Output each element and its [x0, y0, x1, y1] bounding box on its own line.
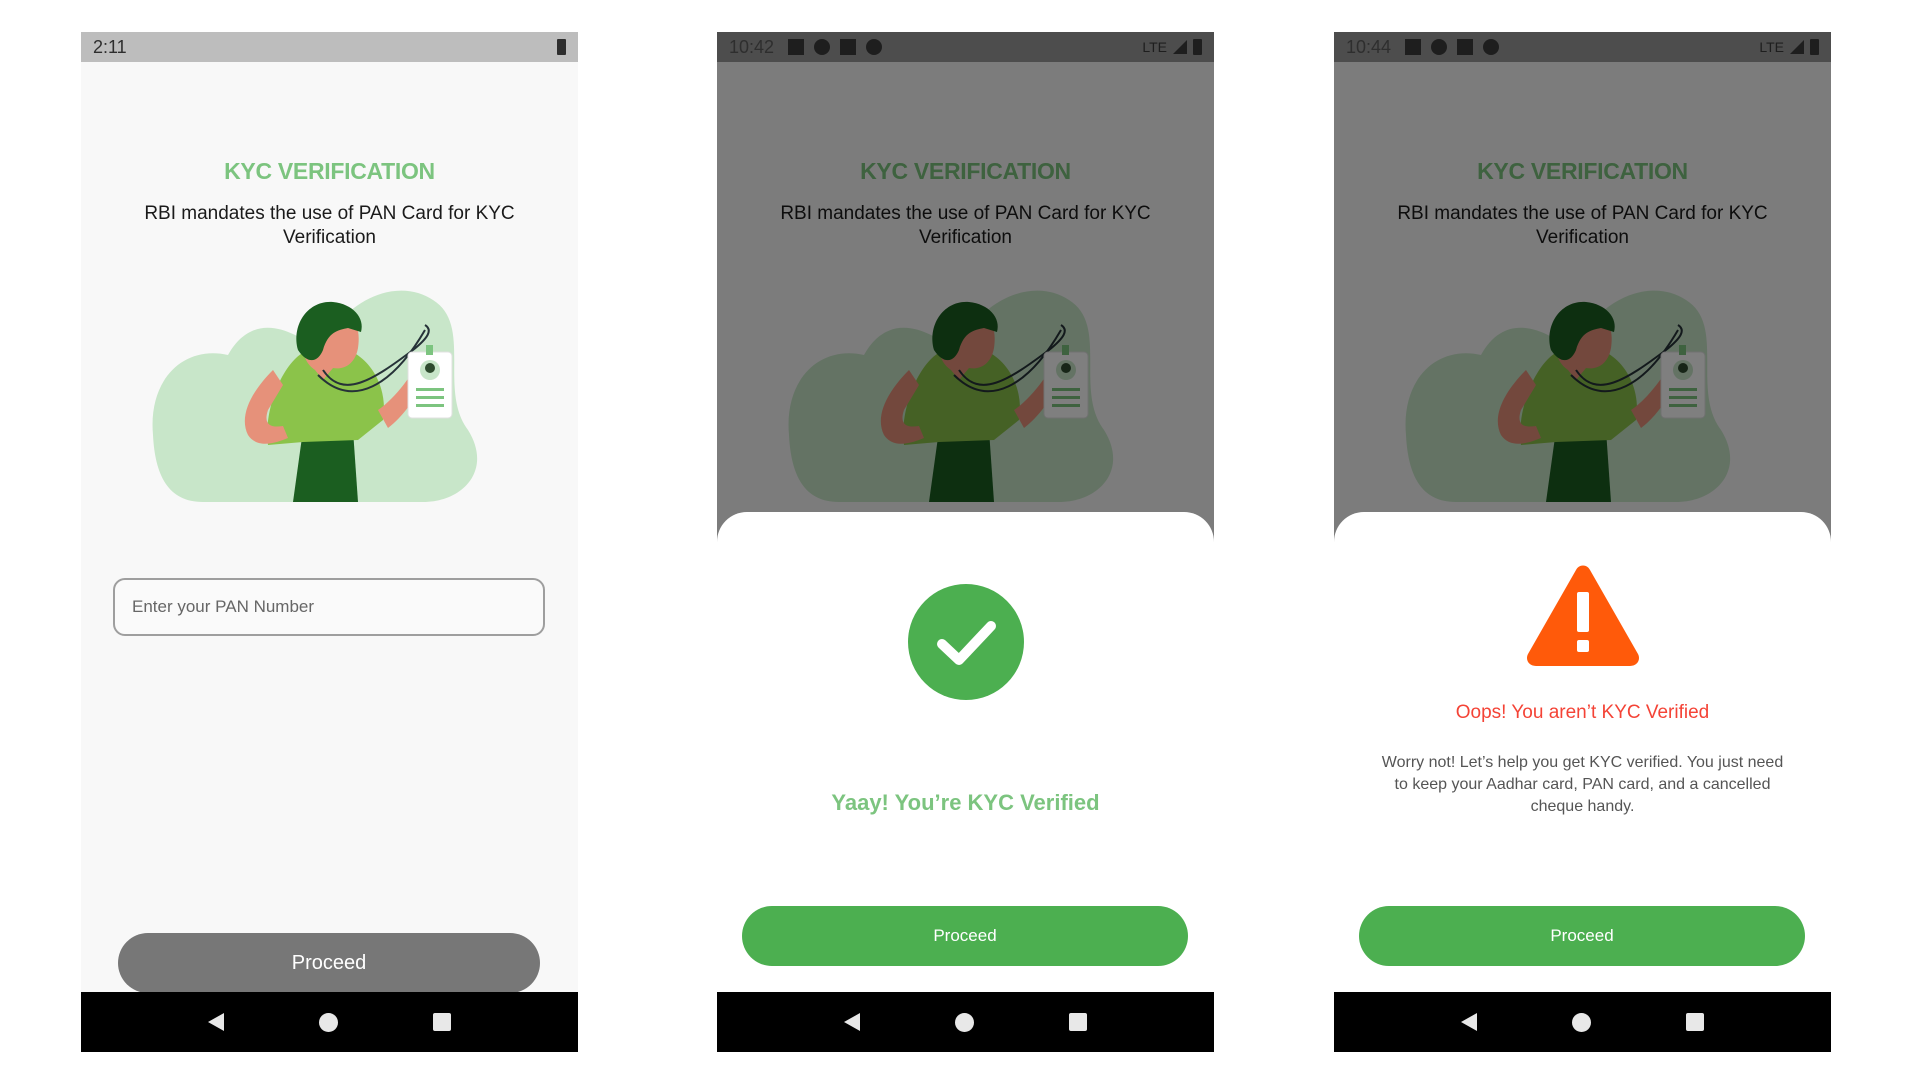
network-label: LTE: [1759, 39, 1784, 55]
recents-icon[interactable]: [1068, 1013, 1087, 1031]
gallery-icon: [788, 39, 805, 55]
chrome-icon: [866, 39, 883, 55]
status-bar: 10:44 LTE: [1334, 32, 1831, 62]
page-subtitle: RBI mandates the use of PAN Card for KYC…: [144, 203, 515, 248]
sd-card-icon: [1457, 39, 1474, 55]
app-notification-icon: [814, 39, 831, 55]
proceed-button[interactable]: Proceed: [1359, 906, 1805, 966]
back-icon[interactable]: [1461, 1013, 1478, 1031]
phone-screen-kyc-input: 2:11 KYC VERIFICATION RBI mandates the u…: [81, 32, 578, 1052]
battery-icon: [1810, 39, 1819, 55]
error-description: Worry not! Let’s help you get KYC verifi…: [1381, 754, 1784, 815]
success-message: Yaay! You’re KYC Verified: [831, 790, 1100, 815]
home-icon[interactable]: [954, 1012, 974, 1032]
phone-screen-kyc-failed: 10:44 LTE KYC VERIFICATION RBI mandates …: [1334, 32, 1831, 1052]
kyc-id-card-illustration: [152, 290, 478, 502]
status-bar: 2:11: [81, 32, 578, 62]
notification-icons: [1405, 39, 1500, 55]
battery-icon: [557, 39, 566, 55]
battery-icon: [1193, 39, 1202, 55]
app-notification-icon: [1431, 39, 1448, 55]
phone-screen-kyc-success: 10:42 LTE KYC VERIFICATION RBI mandates …: [717, 32, 1214, 1052]
warning-icon: [1526, 565, 1640, 666]
network-label: LTE: [1142, 39, 1167, 55]
status-time: 10:42: [729, 36, 775, 57]
recents-icon[interactable]: [1685, 1013, 1704, 1031]
navigation-bar: [81, 992, 578, 1052]
status-bar: 10:42 LTE: [717, 32, 1214, 62]
gallery-icon: [1405, 39, 1422, 55]
notification-icons: [788, 39, 883, 55]
status-time: 10:44: [1346, 36, 1392, 57]
proceed-button[interactable]: Proceed: [118, 933, 540, 993]
signal-icon: [1173, 40, 1187, 54]
sd-card-icon: [840, 39, 857, 55]
pan-number-input[interactable]: [113, 578, 545, 636]
home-icon[interactable]: [318, 1012, 338, 1032]
navigation-bar: [717, 992, 1214, 1052]
back-icon[interactable]: [208, 1013, 225, 1031]
error-title: Oops! You aren’t KYC Verified: [1455, 702, 1710, 723]
page-title: KYC VERIFICATION: [224, 158, 435, 184]
home-icon[interactable]: [1571, 1012, 1591, 1032]
check-icon: [908, 584, 1024, 700]
back-icon[interactable]: [844, 1013, 861, 1031]
chrome-icon: [1483, 39, 1500, 55]
kyc-content: KYC VERIFICATION RBI mandates the use of…: [81, 62, 578, 993]
signal-icon: [1790, 40, 1804, 54]
navigation-bar: [1334, 992, 1831, 1052]
status-time: 2:11: [93, 36, 127, 57]
recents-icon[interactable]: [432, 1013, 451, 1031]
success-bottom-sheet: Yaay! You’re KYC Verified Proceed: [717, 512, 1214, 992]
proceed-button[interactable]: Proceed: [742, 906, 1188, 966]
error-bottom-sheet: Oops! You aren’t KYC Verified Worry not!…: [1334, 512, 1831, 992]
